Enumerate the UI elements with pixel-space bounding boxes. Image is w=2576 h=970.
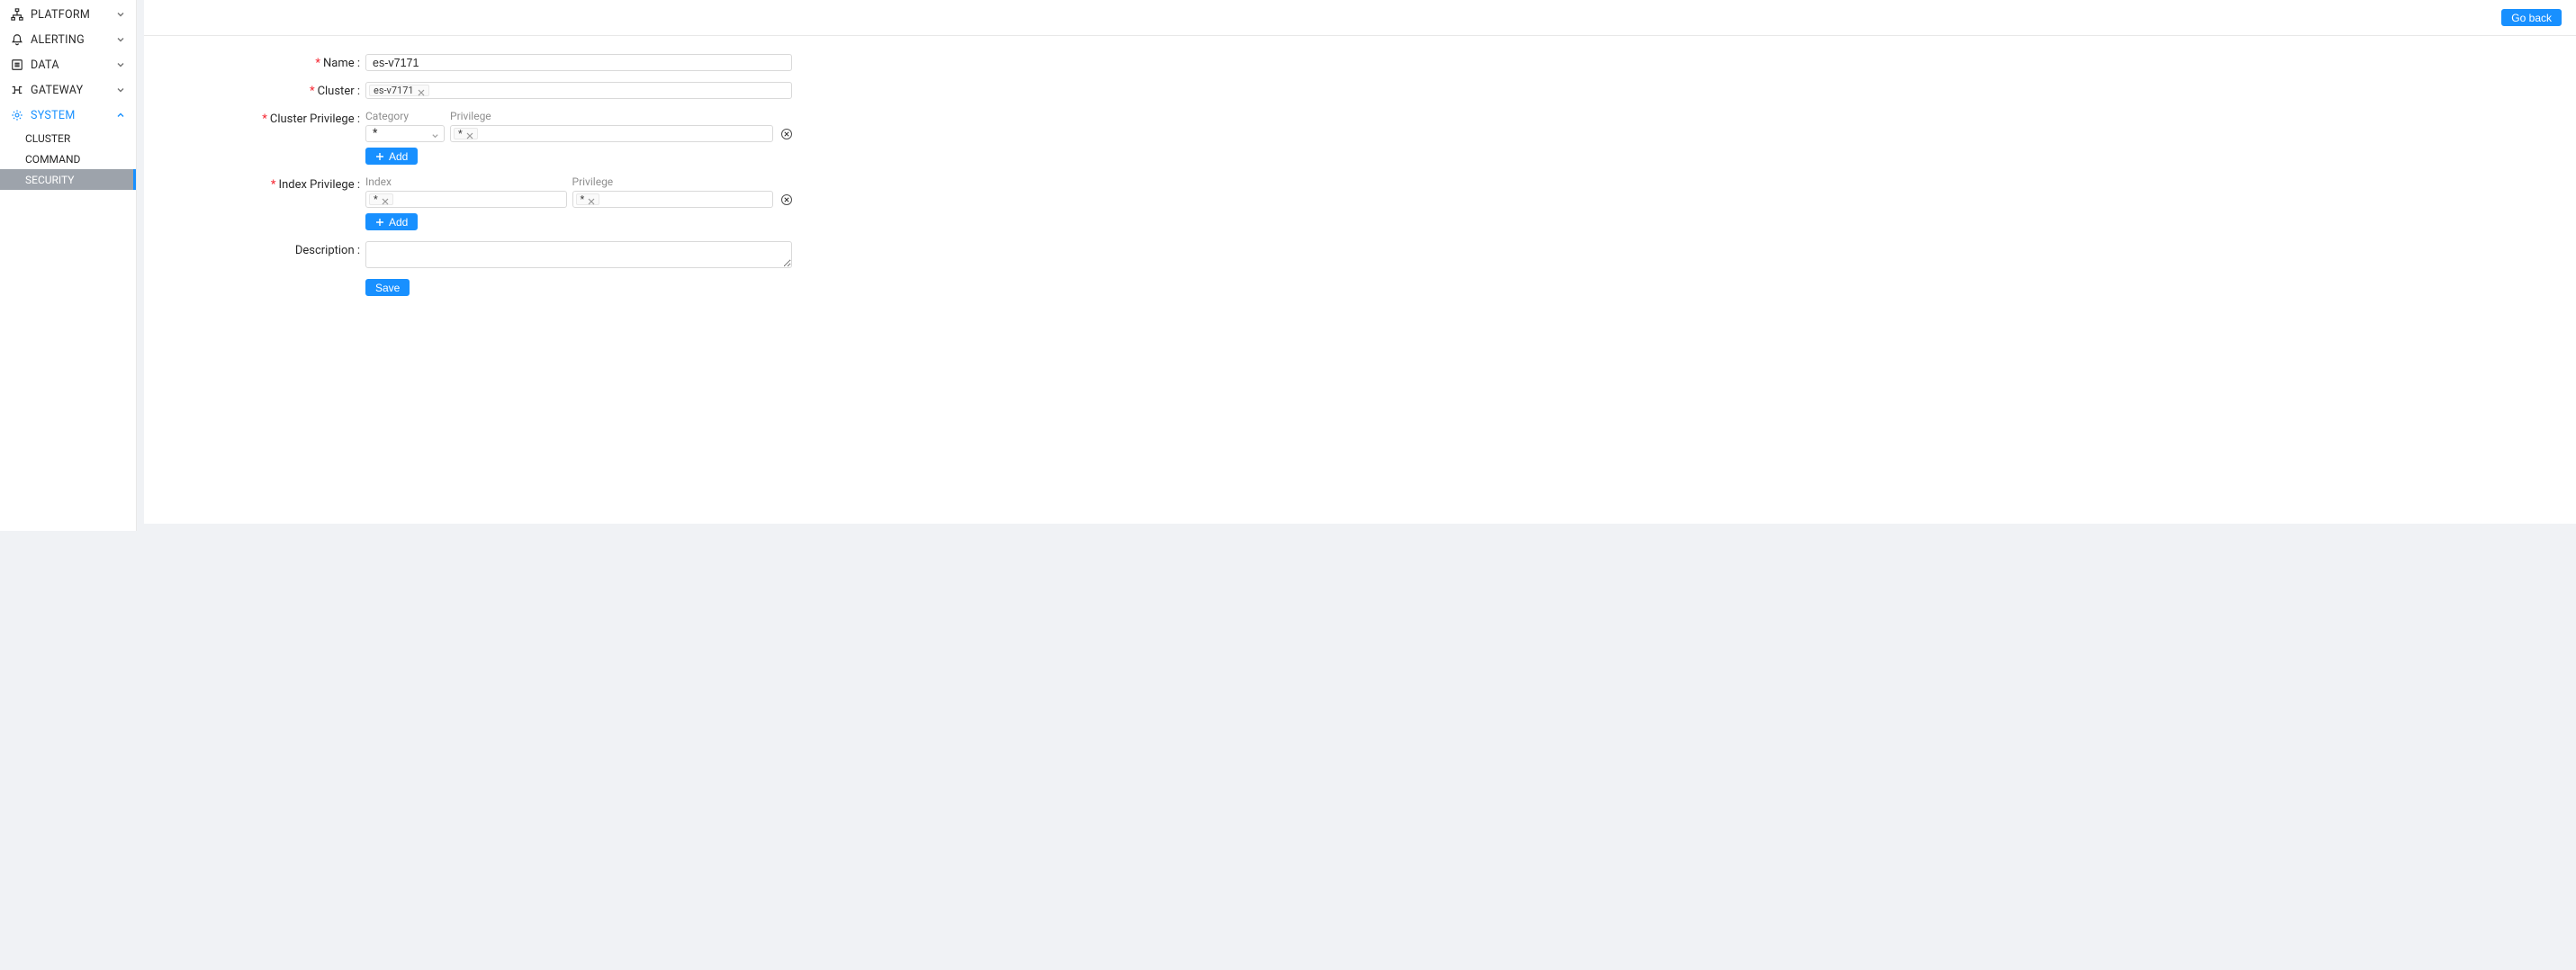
description-textarea[interactable] xyxy=(365,241,792,268)
page-header: Go back xyxy=(144,0,2576,36)
sidebar-item-data[interactable]: DATA xyxy=(0,52,136,77)
index-privilege-tag-input[interactable]: * xyxy=(572,191,774,208)
chevron-down-icon xyxy=(431,130,439,138)
cluster-tag: es-v7171 xyxy=(369,85,429,96)
description-label: Description : xyxy=(230,241,365,257)
sidebar-item-alerting[interactable]: ALERTING xyxy=(0,27,136,52)
sidebar-item-system[interactable]: SYSTEM xyxy=(0,103,136,128)
form-row-cluster: *Cluster : es-v7171 xyxy=(230,82,806,99)
chevron-down-icon xyxy=(116,35,125,44)
form-row-name: *Name : xyxy=(230,54,806,71)
index-privilege-label: *Index Privilege : xyxy=(230,175,365,192)
sidebar-subitem-command[interactable]: COMMAND xyxy=(0,148,136,169)
privilege-sublabel: Privilege xyxy=(450,110,792,122)
add-cluster-privilege-button[interactable]: Add xyxy=(365,148,418,165)
sidebar-subitem-label: COMMAND xyxy=(25,153,80,166)
cluster-privilege-row: * * xyxy=(365,125,792,142)
close-icon[interactable] xyxy=(382,196,389,203)
form-card: *Name : *Cluster : es-v7171 xyxy=(144,36,2576,524)
bell-icon xyxy=(11,33,23,46)
close-icon[interactable] xyxy=(418,87,425,94)
sidebar-item-label: GATEWAY xyxy=(31,84,116,97)
remove-row-button[interactable] xyxy=(781,194,792,205)
form-row-index-privilege: *Index Privilege : Index Privilege xyxy=(230,175,806,230)
cluster-privilege-tag-input[interactable]: * xyxy=(450,125,773,142)
plus-icon xyxy=(375,218,384,227)
sidebar-subitem-security[interactable]: SECURITY xyxy=(0,169,136,190)
sidebar-subitem-label: SECURITY xyxy=(25,174,75,186)
sidebar-item-label: PLATFORM xyxy=(31,8,116,22)
category-select[interactable]: * xyxy=(365,125,445,142)
sidebar-item-platform[interactable]: PLATFORM xyxy=(0,2,136,27)
network-icon xyxy=(11,8,23,21)
sidebar-item-gateway[interactable]: GATEWAY xyxy=(0,77,136,103)
privilege-sublabel: Privilege xyxy=(572,175,774,188)
gear-icon xyxy=(11,109,23,121)
index-privilege-row: * * xyxy=(365,191,792,208)
sidebar: PLATFORM ALERTING DATA GATEWAY xyxy=(0,0,137,531)
list-icon xyxy=(11,58,23,71)
name-label: *Name : xyxy=(230,54,365,70)
index-tag: * xyxy=(369,193,393,205)
privilege-tag: * xyxy=(576,193,600,205)
close-icon[interactable] xyxy=(466,130,473,138)
cluster-privilege-label: *Cluster Privilege : xyxy=(230,110,365,126)
chevron-down-icon xyxy=(116,10,125,19)
name-input[interactable] xyxy=(365,54,792,71)
sidebar-item-label: ALERTING xyxy=(31,33,116,47)
sidebar-subitem-label: CLUSTER xyxy=(25,132,70,145)
index-sublabel: Index xyxy=(365,175,567,188)
plus-icon xyxy=(375,152,384,161)
close-icon[interactable] xyxy=(588,196,595,203)
sidebar-item-label: DATA xyxy=(31,58,116,72)
cluster-label: *Cluster : xyxy=(230,82,365,98)
save-button[interactable]: Save xyxy=(365,279,410,296)
go-back-button[interactable]: Go back xyxy=(2501,9,2562,26)
index-tag-input[interactable]: * xyxy=(365,191,567,208)
chevron-down-icon xyxy=(116,85,125,94)
add-index-privilege-button[interactable]: Add xyxy=(365,213,418,230)
category-sublabel: Category xyxy=(365,110,445,122)
remove-row-button[interactable] xyxy=(781,129,792,139)
form-row-description: Description : Save xyxy=(230,241,806,296)
chevron-down-icon xyxy=(116,60,125,69)
privilege-tag: * xyxy=(454,128,478,139)
chevron-up-icon xyxy=(116,111,125,120)
form-row-cluster-privilege: *Cluster Privilege : Category Privilege xyxy=(230,110,806,165)
sidebar-item-label: SYSTEM xyxy=(31,109,116,122)
cluster-tag-input[interactable]: es-v7171 xyxy=(365,82,792,99)
sidebar-subitem-cluster[interactable]: CLUSTER xyxy=(0,128,136,148)
main-content: Go back *Name : *Cluster : xyxy=(137,0,2576,531)
bracket-icon xyxy=(11,84,23,96)
